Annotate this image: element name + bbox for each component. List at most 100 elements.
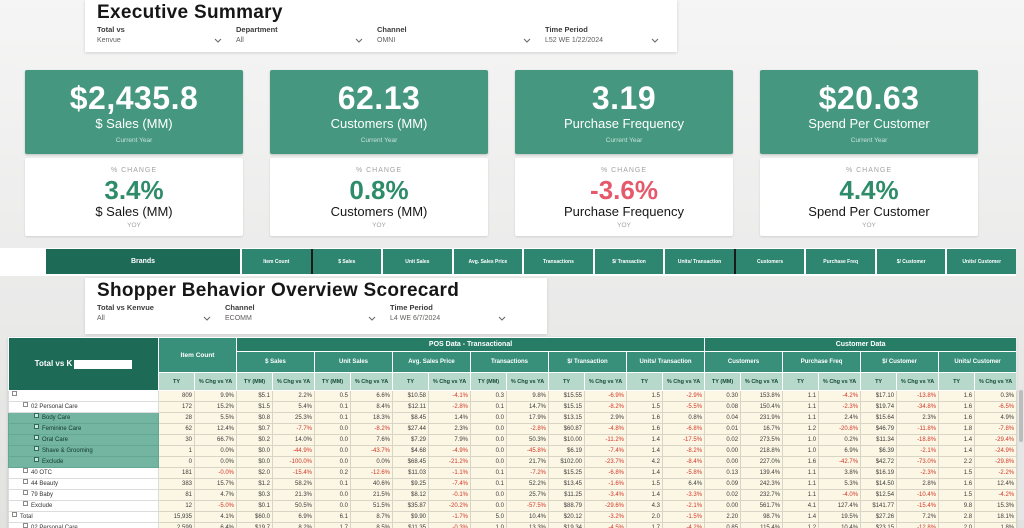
column-subheader[interactable]: TY — [861, 373, 897, 391]
table-cell: 19.5% — [819, 512, 861, 523]
table-cell: 0.09 — [705, 479, 741, 490]
column-subheader[interactable]: % Chg vs YA — [663, 373, 705, 391]
table-cell: $11.34 — [861, 435, 897, 446]
filter-total-vs-kenvue[interactable]: Total vs Kenvue All — [97, 303, 225, 322]
column-subheader[interactable]: % Chg vs YA — [741, 373, 783, 391]
column-subheader[interactable]: TY — [159, 373, 195, 391]
brands-column-headers: Item Count$ SalesUnit SalesAvg. Sales Pr… — [240, 249, 1016, 274]
table-cell: 1.2 — [783, 424, 819, 435]
scrollbar-thumb[interactable] — [1019, 390, 1023, 442]
expand-collapse-icon[interactable] — [23, 468, 28, 473]
column-subheader[interactable]: TY (MM) — [471, 373, 507, 391]
brands-strip-column: Units/ Transaction — [665, 249, 734, 274]
table-cell: -1.5% — [663, 512, 705, 523]
filter-time-period[interactable]: Time Period L4 WE 6/7/2024 — [390, 303, 520, 322]
table-cell: 1.8% — [975, 523, 1017, 528]
table-cell: -3.2% — [585, 512, 627, 523]
expand-collapse-icon[interactable] — [23, 479, 28, 484]
row-label[interactable]: 40 OTC — [9, 468, 159, 479]
row-label[interactable]: 44 Beauty — [9, 479, 159, 490]
column-subheader[interactable]: % Chg vs YA — [351, 373, 393, 391]
row-label[interactable]: 02 Personal Care — [9, 402, 159, 413]
row-label[interactable]: Shave & Grooming — [9, 446, 159, 457]
row-label[interactable]: Feminine Care — [9, 424, 159, 435]
table-cell: -5.8% — [663, 468, 705, 479]
filter-department[interactable]: Department All — [236, 25, 377, 44]
scorecard-title: Shopper Behavior Overview Scorecard — [97, 280, 459, 302]
column-subheader[interactable]: % Chg vs YA — [429, 373, 471, 391]
row-label[interactable]: Exclude — [9, 501, 159, 512]
table-cell: $19.74 — [861, 402, 897, 413]
kpi-label: Purchase Frequency — [564, 116, 684, 131]
column-subheader[interactable]: TY — [627, 373, 663, 391]
filter-total-vs[interactable]: Total vs Kenvue — [97, 25, 236, 44]
column-subheader[interactable]: TY (MM) — [705, 373, 741, 391]
filter-time-period[interactable]: Time Period L52 WE 1/22/2024 — [545, 25, 673, 44]
expand-collapse-icon[interactable] — [34, 424, 39, 429]
column-header-metric[interactable]: Customers — [705, 352, 783, 373]
column-subheader[interactable]: TY — [549, 373, 585, 391]
row-label[interactable]: Exclude — [9, 457, 159, 468]
filter-channel[interactable]: Channel OMNI — [377, 25, 545, 44]
column-subheader[interactable]: TY — [783, 373, 819, 391]
brands-strip-column: Customers — [734, 249, 805, 274]
expand-collapse-icon[interactable] — [12, 391, 17, 396]
table-cell: -2.2% — [975, 468, 1017, 479]
table-cell: 0.0 — [315, 435, 351, 446]
row-label[interactable]: 02 Personal Care — [9, 523, 159, 528]
expand-collapse-icon[interactable] — [12, 512, 17, 517]
table-cell: 0.1 — [315, 479, 351, 490]
row-label[interactable]: Body Care — [9, 413, 159, 424]
table-row: Exclude00.0%$0.0-100.0%0.00.0%$68.45-21.… — [9, 457, 1017, 468]
expand-collapse-icon[interactable] — [34, 457, 39, 462]
column-subheader[interactable]: % Chg vs YA — [585, 373, 627, 391]
column-header-metric[interactable]: Units/ Customer — [939, 352, 1017, 373]
row-label[interactable]: Oral Care — [9, 435, 159, 446]
column-group-item-count[interactable]: Item Count — [159, 338, 237, 373]
table-cell: -43.7% — [351, 446, 393, 457]
table-cell: $4.68 — [393, 446, 429, 457]
column-header-metric[interactable]: Unit Sales — [315, 352, 393, 373]
table-scrollbar[interactable] — [1018, 388, 1024, 520]
column-subheader[interactable]: TY (MM) — [315, 373, 351, 391]
column-subheader[interactable]: TY — [393, 373, 429, 391]
expand-collapse-icon[interactable] — [34, 435, 39, 440]
row-label[interactable]: 79 Baby — [9, 490, 159, 501]
table-cell: 1.1 — [783, 413, 819, 424]
expand-collapse-icon[interactable] — [23, 523, 28, 528]
change-card-label: Customers (MM) — [331, 204, 428, 219]
expand-collapse-icon[interactable] — [23, 501, 28, 506]
change-card-header: % CHANGE — [356, 167, 402, 174]
column-subheader[interactable]: TY — [939, 373, 975, 391]
table-cell: 5.5% — [195, 413, 237, 424]
table-cell: 0.00 — [705, 446, 741, 457]
column-header-metric[interactable]: Purchase Freq — [783, 352, 861, 373]
column-header-metric[interactable]: $/ Transaction — [549, 352, 627, 373]
expand-collapse-icon[interactable] — [34, 413, 39, 418]
column-subheader[interactable]: % Chg vs YA — [897, 373, 939, 391]
expand-collapse-icon[interactable] — [23, 490, 28, 495]
column-group-pos-data[interactable]: POS Data - Transactional — [237, 338, 705, 352]
column-header-metric[interactable]: Units/ Transaction — [627, 352, 705, 373]
table-cell: $13.45 — [549, 479, 585, 490]
expand-collapse-icon[interactable] — [23, 402, 28, 407]
column-group-customer-data[interactable]: Customer Data — [705, 338, 1017, 352]
column-subheader[interactable]: % Chg vs YA — [819, 373, 861, 391]
table-cell: $0.7 — [237, 424, 273, 435]
column-subheader[interactable]: % Chg vs YA — [273, 373, 315, 391]
filter-channel[interactable]: Channel ECOMM — [225, 303, 390, 322]
table-cell: $11.03 — [393, 468, 429, 479]
column-subheader[interactable]: % Chg vs YA — [195, 373, 237, 391]
column-header-metric[interactable]: $/ Customer — [861, 352, 939, 373]
table-cell: 0.02 — [705, 435, 741, 446]
column-header-metric[interactable]: $ Sales — [237, 352, 315, 373]
row-label[interactable] — [9, 391, 159, 402]
column-subheader[interactable]: TY (MM) — [237, 373, 273, 391]
expand-collapse-icon[interactable] — [34, 446, 39, 451]
table-cell: 1.8 — [939, 424, 975, 435]
column-subheader[interactable]: % Chg vs YA — [507, 373, 549, 391]
column-header-metric[interactable]: Avg. Sales Price — [393, 352, 471, 373]
row-label[interactable]: Total — [9, 512, 159, 523]
column-header-metric[interactable]: Transactions — [471, 352, 549, 373]
column-subheader[interactable]: % Chg vs YA — [975, 373, 1017, 391]
